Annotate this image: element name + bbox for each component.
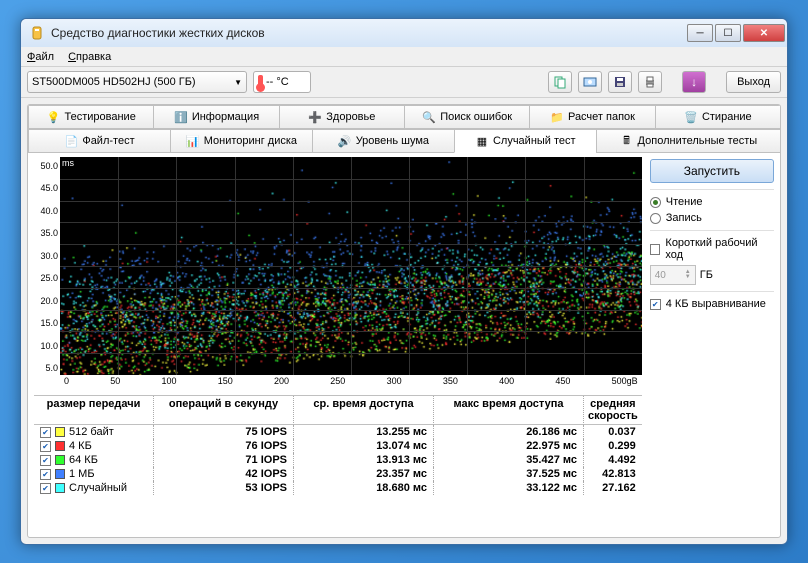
col-iops: операций в секунду [154, 396, 294, 425]
temperature-value: -- °C [266, 76, 289, 88]
size-unit: ГБ [700, 269, 713, 281]
info-icon: ℹ️ [174, 110, 188, 124]
titlebar: Средство диагностики жестких дисков ─ ☐ … [21, 19, 787, 47]
check-short-stroke[interactable]: Короткий рабочий ход [650, 237, 774, 261]
row-checkbox[interactable]: ✔ [40, 441, 51, 452]
tab-monitoring[interactable]: 📊Мониторинг диска [170, 129, 313, 153]
menu-file[interactable]: Файл [27, 51, 54, 63]
speaker-icon: 🔊 [338, 134, 352, 148]
left-column: 50.045.040.035.030.025.020.015.010.05.0 … [34, 157, 642, 531]
menu-help[interactable]: Справка [68, 51, 111, 63]
table-row: ✔512 байт75 IOPS13.255 мс26.186 мс0.037 [34, 425, 642, 439]
bulb-icon: 💡 [47, 110, 61, 124]
checkbox-icon: ✔ [650, 299, 661, 310]
thermometer-icon [258, 75, 263, 89]
col-speed: средняя скорость [584, 396, 642, 425]
run-button[interactable]: Запустить [650, 159, 774, 183]
tabs-primary: 💡Тестирование ℹ️Информация ➕Здоровье 🔍По… [28, 105, 780, 129]
table-row: ✔1 МБ42 IOPS23.357 мс37.525 мс42.813 [34, 467, 642, 481]
color-swatch [55, 469, 65, 479]
toolbar: ST500DM005 HD502HJ (500 ГБ) ▼ -- °C ↓ Вы… [21, 67, 787, 98]
results-table: размер передачи операций в секунду ср. в… [34, 395, 642, 495]
tab-health[interactable]: ➕Здоровье [279, 105, 405, 129]
row-label: 4 КБ [69, 440, 92, 452]
drive-select-text: ST500DM005 HD502HJ (500 ГБ) [32, 76, 196, 88]
row-checkbox[interactable]: ✔ [40, 469, 51, 480]
tab-errors[interactable]: 🔍Поиск ошибок [404, 105, 530, 129]
sidebar-panel: Запустить Чтение Запись Короткий рабочий… [650, 157, 774, 531]
copy-button[interactable] [548, 71, 572, 93]
tab-info[interactable]: ℹ️Информация [153, 105, 279, 129]
tab-erase[interactable]: 🗑️Стирание [655, 105, 781, 129]
radio-write[interactable]: Запись [650, 212, 774, 224]
app-window: Средство диагностики жестких дисков ─ ☐ … [20, 18, 788, 545]
random-icon: ▦ [475, 134, 489, 148]
search-icon: 🔍 [422, 110, 436, 124]
row-checkbox[interactable]: ✔ [40, 455, 51, 466]
row-checkbox[interactable]: ✔ [40, 427, 51, 438]
tab-body: 50.045.040.035.030.025.020.015.010.05.0 … [28, 153, 780, 537]
size-value: 40 [655, 270, 666, 281]
radio-read[interactable]: Чтение [650, 196, 774, 208]
y-axis: 50.045.040.035.030.025.020.015.010.05.0 [34, 157, 60, 389]
exit-button[interactable]: Выход [726, 71, 781, 93]
tab-extra-tests[interactable]: 🖩Дополнительные тесты [596, 129, 781, 153]
folder-icon: 📁 [550, 110, 564, 124]
maximize-button[interactable]: ☐ [715, 24, 741, 42]
checkbox-icon [650, 244, 661, 255]
trash-icon: 🗑️ [684, 110, 698, 124]
dropdown-arrow-icon: ▼ [234, 78, 242, 87]
close-button[interactable]: ✕ [743, 24, 785, 42]
color-swatch [55, 455, 65, 465]
x-axis: 050100150200250300350400450500gB [60, 375, 642, 389]
check-4k-align[interactable]: ✔4 КБ выравнивание [650, 298, 774, 310]
action-button[interactable]: ↓ [682, 71, 706, 93]
screenshot-button[interactable] [578, 71, 602, 93]
row-label: 512 байт [69, 426, 114, 438]
app-icon [29, 25, 45, 41]
color-swatch [55, 441, 65, 451]
tab-random-test[interactable]: ▦Случайный тест [454, 129, 597, 153]
tab-testing[interactable]: 💡Тестирование [28, 105, 154, 129]
minimize-button[interactable]: ─ [687, 24, 713, 42]
row-checkbox[interactable]: ✔ [40, 483, 51, 494]
file-icon: 📄 [64, 134, 78, 148]
color-swatch [55, 483, 65, 493]
spinner-arrows-icon: ▲▼ [685, 270, 691, 280]
y-unit-label: ms [62, 158, 74, 168]
chart-icon: 📊 [186, 134, 200, 148]
menubar: Файл Справка [21, 47, 787, 67]
tab-file-test[interactable]: 📄Файл-тест [28, 129, 171, 153]
color-swatch [55, 427, 65, 437]
size-spinner[interactable]: 40 ▲▼ [650, 265, 696, 285]
row-label: 64 КБ [69, 454, 98, 466]
drive-select[interactable]: ST500DM005 HD502HJ (500 ГБ) ▼ [27, 71, 247, 93]
col-size: размер передачи [34, 396, 154, 425]
col-max: макс время доступа [434, 396, 584, 425]
calc-icon: 🖩 [620, 134, 634, 148]
scatter-plot: ms [60, 157, 642, 375]
table-row: ✔64 КБ71 IOPS13.913 мс35.427 мс4.492 [34, 453, 642, 467]
print-button[interactable] [638, 71, 662, 93]
table-row: ✔4 КБ76 IOPS13.074 мс22.975 мс0.299 [34, 439, 642, 453]
row-label: 1 МБ [69, 468, 95, 480]
chart-area: 50.045.040.035.030.025.020.015.010.05.0 … [34, 157, 642, 389]
content-area: 💡Тестирование ℹ️Информация ➕Здоровье 🔍По… [27, 104, 781, 538]
save-button[interactable] [608, 71, 632, 93]
radio-icon [650, 213, 661, 224]
window-title: Средство диагностики жестких дисков [51, 26, 687, 40]
tab-noise[interactable]: 🔊Уровень шума [312, 129, 455, 153]
table-row: ✔Случайный53 IOPS18.680 мс33.122 мс27.16… [34, 481, 642, 495]
row-label: Случайный [69, 482, 127, 494]
tab-folders[interactable]: 📁Расчет папок [529, 105, 655, 129]
table-header: размер передачи операций в секунду ср. в… [34, 396, 642, 425]
temperature-display: -- °C [253, 71, 311, 93]
window-buttons: ─ ☐ ✕ [687, 24, 785, 42]
tabs-secondary: 📄Файл-тест 📊Мониторинг диска 🔊Уровень шу… [28, 129, 780, 153]
health-icon: ➕ [308, 110, 322, 124]
col-avg: ср. время доступа [294, 396, 434, 425]
radio-icon [650, 197, 661, 208]
